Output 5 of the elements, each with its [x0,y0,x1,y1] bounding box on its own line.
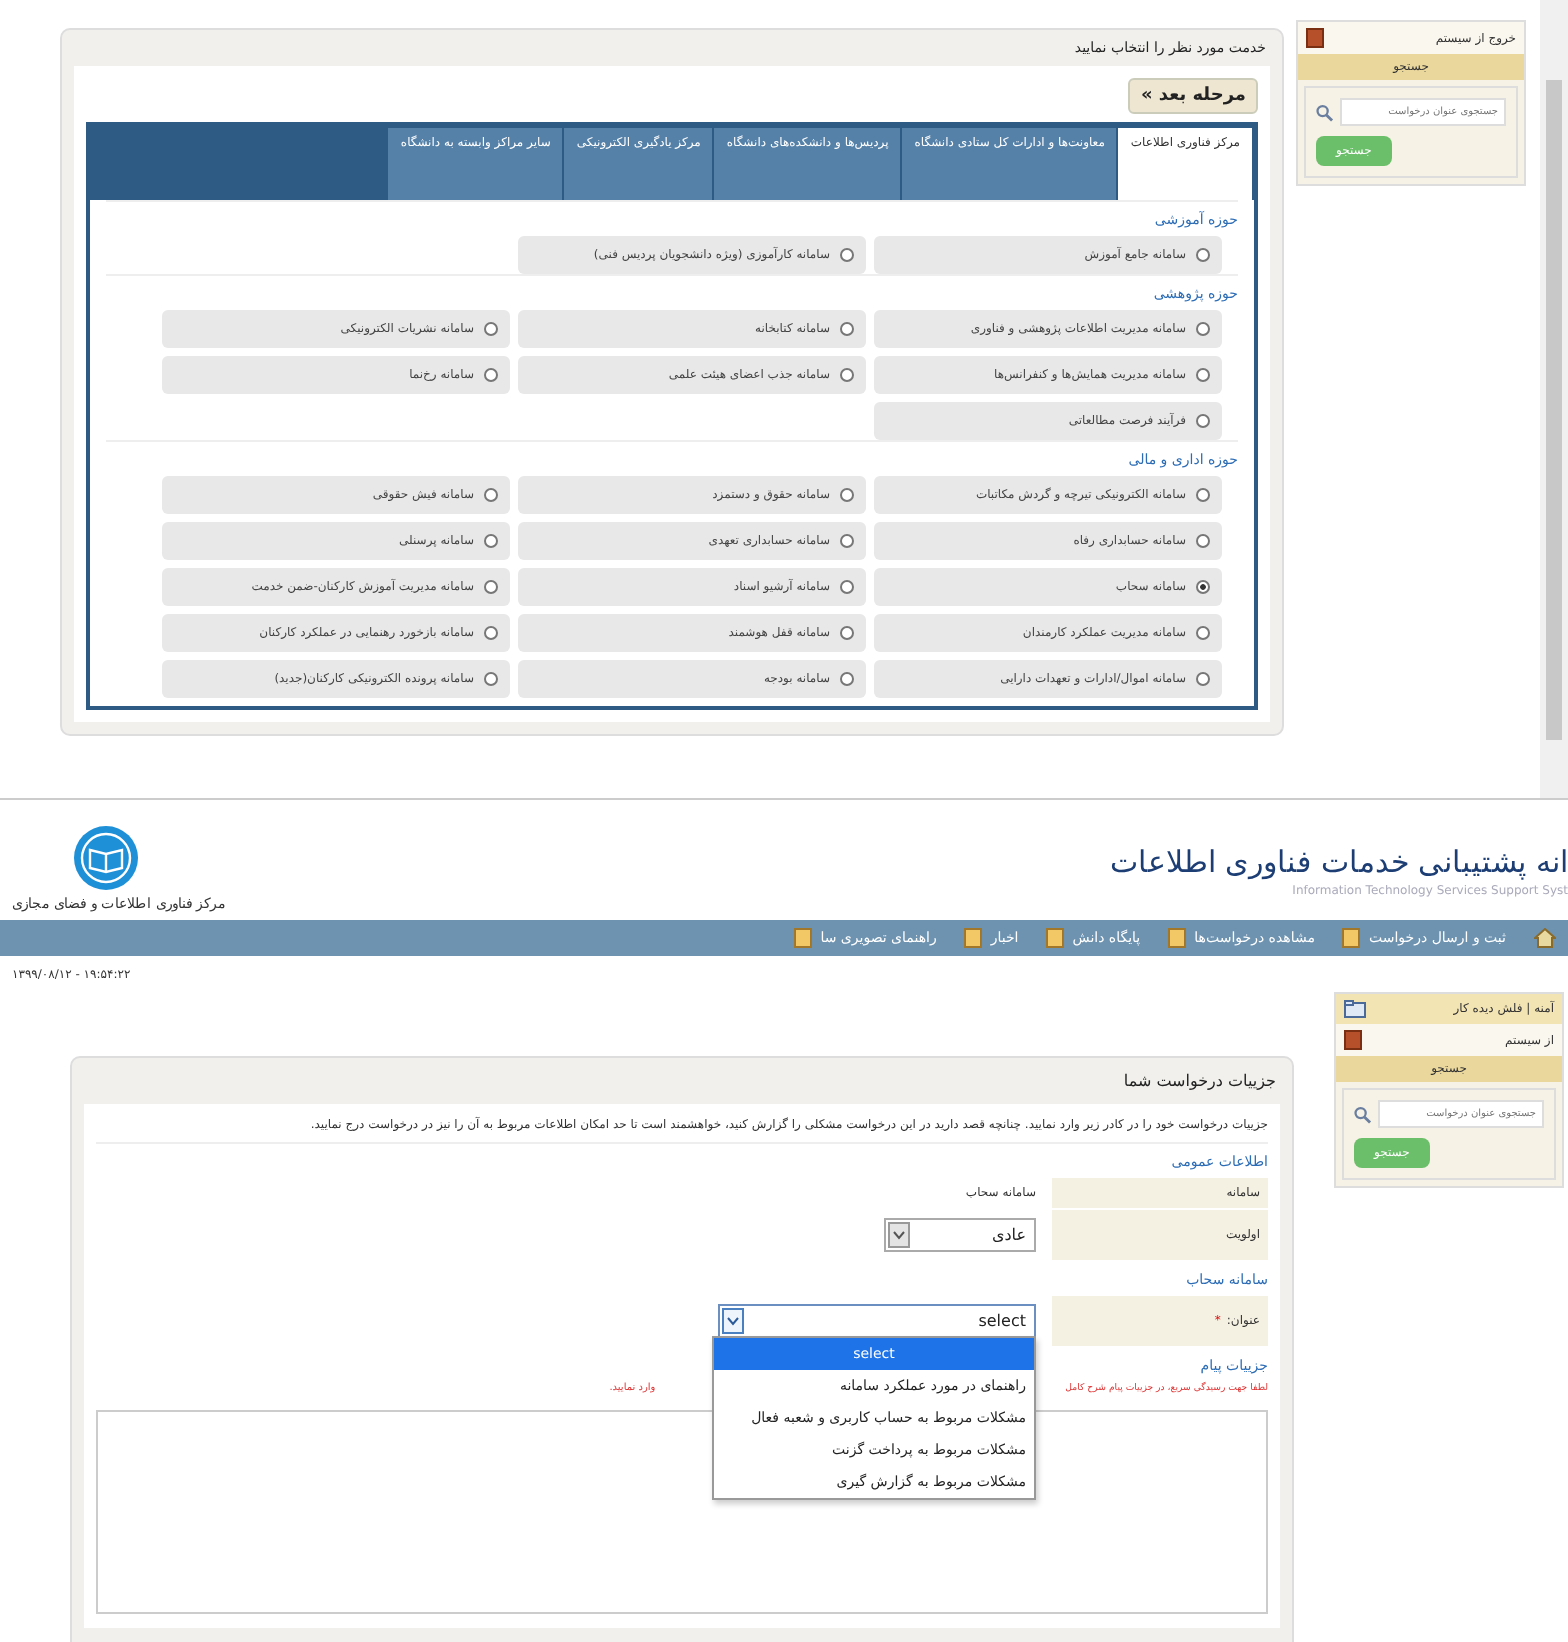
panel-title: جزییات درخواست شما [1121,1070,1278,1094]
site-title: انه پشتیبانی خدمات فناوری اطلاعات [1109,844,1568,880]
priority-select[interactable]: عادی [884,1218,1036,1252]
next-step-button[interactable]: مرحله بعد » [1128,78,1258,114]
subject-select[interactable]: select [718,1304,1036,1338]
